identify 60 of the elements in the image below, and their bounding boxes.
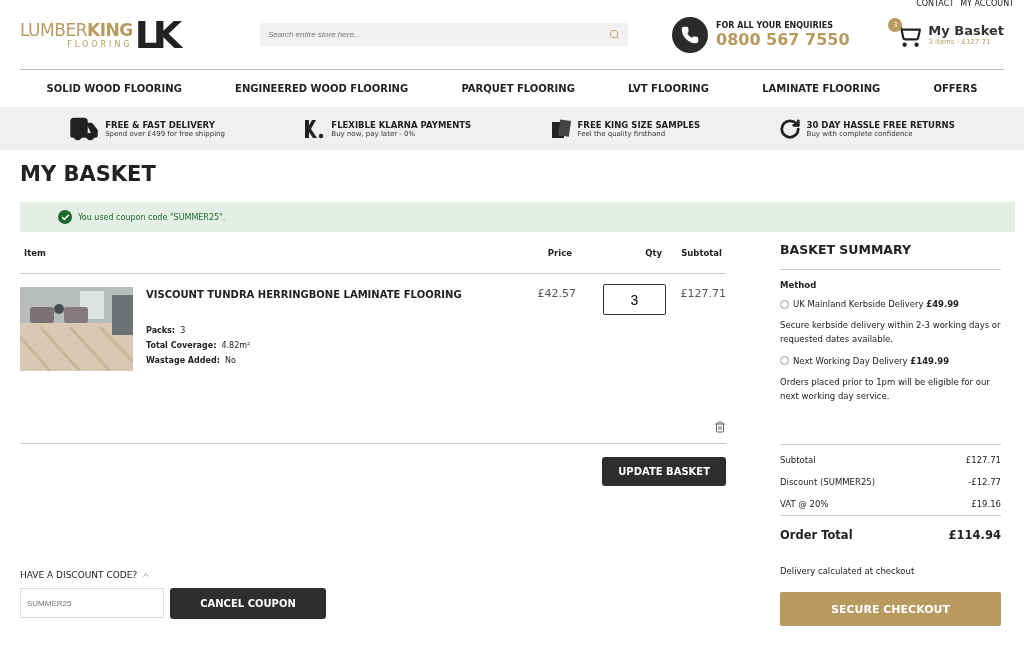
method-label: Method — [780, 280, 818, 290]
column-header: Qty — [644, 247, 662, 258]
nav-link[interactable]: OFFERS — [933, 83, 978, 94]
summary-value: £19.16 — [971, 498, 1001, 509]
delivery-option[interactable]: UK Mainland Kerbside Delivery £49.99 — [780, 299, 1001, 309]
summary-label: Discount (SUMMER25) — [780, 476, 876, 487]
samples-icon — [549, 117, 572, 140]
delete-icon[interactable] — [714, 421, 726, 433]
delivery-note: Orders placed prior to 1pm will be eligible for our next working day service. — [780, 375, 991, 404]
logo-monogram: LK — [134, 15, 177, 54]
search-field[interactable]: Search entire store here... — [260, 23, 628, 46]
check-icon — [58, 210, 72, 224]
total-value: £114.94 — [948, 527, 1001, 542]
update-basket-button[interactable]: UPDATE BASKET — [602, 457, 726, 486]
nav-link[interactable]: LVT FLOORING — [628, 83, 709, 94]
summary-title: BASKET SUMMARY — [780, 242, 1001, 270]
column-header: Subtotal — [680, 247, 722, 258]
discount-toggle[interactable]: HAVE A DISCOUNT CODE? — [20, 570, 152, 580]
search-icon[interactable] — [609, 29, 620, 40]
perk-title: FREE & FAST DELIVERY — [105, 119, 216, 130]
perk-title: FREE KING SIZE SAMPLES — [577, 119, 701, 130]
page-title: MY BASKET — [20, 162, 157, 186]
product-detail: Total Coverage: 4.82m² — [146, 341, 252, 350]
radio-button[interactable] — [780, 356, 789, 366]
nav-link[interactable]: PARQUET FLOORING — [461, 83, 575, 94]
product-detail: Wastage Added: No — [146, 356, 237, 365]
item-price: £42.57 — [536, 287, 576, 300]
summary-value: £127.71 — [965, 454, 1001, 465]
radio-button[interactable] — [780, 299, 789, 309]
product-detail: Packs: 3 — [146, 326, 187, 335]
nav-link[interactable]: SOLID WOOD FLOORING — [46, 83, 182, 94]
delivery-note: Secure kerbside delivery within 2-3 working days or requested dates available. — [780, 319, 1001, 347]
checkout-note: Delivery calculated at checkout — [780, 564, 916, 578]
nav-link[interactable]: LAMINATE FLOORING — [762, 83, 881, 94]
perk-title: 30 DAY HASSLE FREE RETURNS — [806, 119, 955, 130]
klarna-icon — [303, 117, 326, 140]
item-subtotal: £127.71 — [679, 287, 726, 300]
phone-caption: FOR ALL YOUR ENQUIRIES — [716, 20, 834, 30]
column-header: Price — [546, 247, 572, 258]
summary-value: -£12.77 — [968, 476, 1001, 487]
summary-label: Subtotal — [780, 454, 816, 465]
phone-icon — [672, 16, 708, 53]
quantity-field[interactable]: 3 — [603, 284, 666, 315]
basket-title[interactable]: My Basket — [928, 23, 1004, 38]
logo-tagline: FLOORING — [67, 40, 133, 49]
logo-text: LUMBERKING — [20, 20, 133, 40]
product-name[interactable]: VISCOUNT TUNDRA HERRINGBONE LAMINATE FLOORING — [146, 289, 506, 300]
top-link[interactable]: MY ACCOUNT — [960, 0, 1014, 8]
returns-icon — [778, 117, 801, 140]
discount-code-field[interactable]: SUMMER25 — [20, 588, 164, 618]
summary-label: VAT @ 20% — [780, 498, 829, 509]
caret-icon — [141, 570, 152, 580]
perk-title: FLEXIBLE KLARNA PAYMENTS — [331, 119, 472, 130]
nav-link[interactable]: ENGINEERED WOOD FLOORING — [235, 83, 409, 94]
column-header: Item — [24, 247, 47, 258]
notice-text: You used coupon code "SUMMER25". — [78, 212, 226, 222]
total-label: Order Total — [780, 527, 853, 542]
delivery-option[interactable]: Next Working Day Delivery £149.99 — [780, 355, 1001, 366]
top-link[interactable]: CONTACT — [916, 0, 955, 8]
cancel-coupon-button[interactable]: CANCEL COUPON — [170, 588, 326, 619]
